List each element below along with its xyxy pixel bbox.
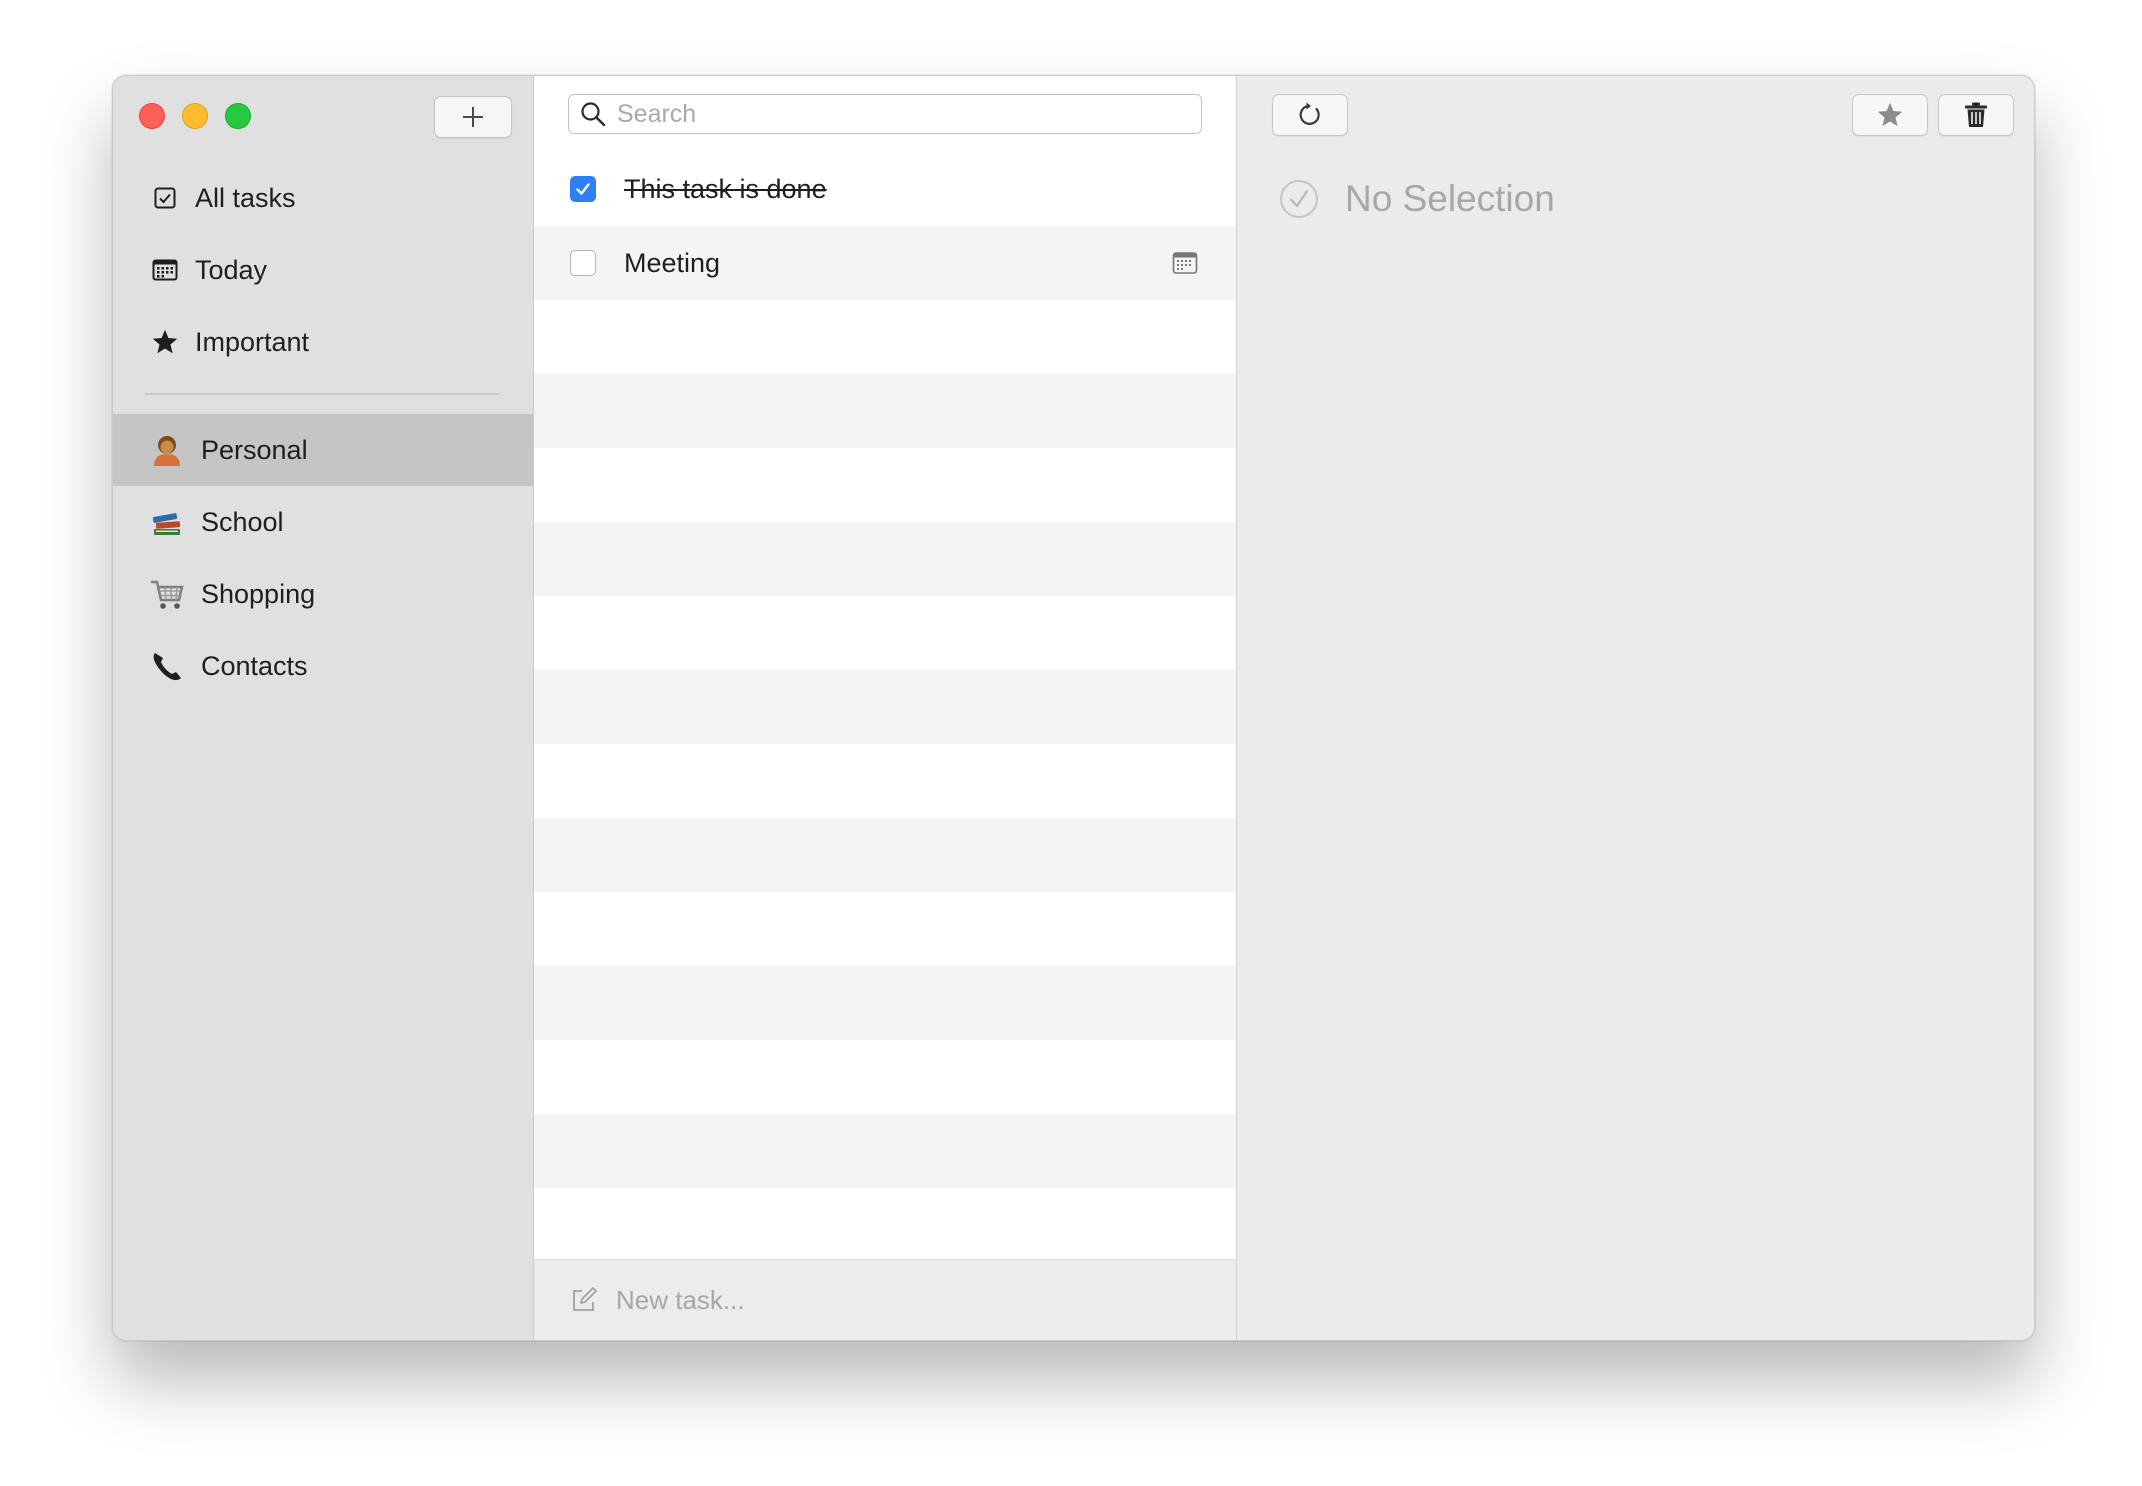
smart-lists: All tasks Today Important xyxy=(113,162,533,378)
sidebar-item-important[interactable]: Important xyxy=(113,306,533,378)
detail-pane: No Selection xyxy=(1237,76,2034,1340)
task-done-checkbox[interactable] xyxy=(570,250,596,276)
add-list-button[interactable] xyxy=(434,96,512,138)
sidebar-item-shopping[interactable]: Shopping xyxy=(113,558,533,630)
no-selection-label: No Selection xyxy=(1345,178,1555,219)
task-title: This task is done xyxy=(624,173,827,204)
empty-row xyxy=(534,1040,1236,1114)
empty-row xyxy=(534,522,1236,596)
calendar-icon xyxy=(149,254,181,286)
sidebar-item-label: Personal xyxy=(201,434,308,465)
task-row[interactable]: This task is done xyxy=(534,152,1236,226)
refresh-icon xyxy=(1299,102,1320,125)
star-icon xyxy=(1877,102,1903,127)
books-emoji-icon xyxy=(149,504,185,540)
refresh-button[interactable] xyxy=(1272,94,1348,136)
telephone-emoji-icon xyxy=(149,648,185,684)
empty-row xyxy=(534,892,1236,966)
empty-row xyxy=(534,448,1236,522)
check-circle-icon xyxy=(1280,180,1318,218)
user-lists: Personal School Shopping Contacts xyxy=(113,414,533,702)
sidebar: All tasks Today Important Personal Schoo… xyxy=(113,76,534,1340)
sidebar-item-school[interactable]: School xyxy=(113,486,533,558)
empty-row xyxy=(534,744,1236,818)
sidebar-item-contacts[interactable]: Contacts xyxy=(113,630,533,702)
new-task-input[interactable] xyxy=(614,1283,1236,1317)
new-task-bar[interactable] xyxy=(534,1259,1236,1340)
sidebar-divider xyxy=(145,393,499,395)
trash-icon xyxy=(1965,102,1987,127)
sidebar-item-label: Important xyxy=(195,326,310,357)
empty-row xyxy=(534,1114,1236,1188)
app-window: All tasks Today Important Personal Schoo… xyxy=(112,75,2035,1341)
search-bar[interactable] xyxy=(568,94,1202,134)
sidebar-item-all-tasks[interactable]: All tasks xyxy=(113,162,533,234)
empty-state: No Selection xyxy=(1279,178,1555,220)
empty-row xyxy=(534,1188,1236,1262)
delete-button[interactable] xyxy=(1938,94,2014,136)
task-list-pane: This task is done Meeting xyxy=(534,76,1237,1340)
sidebar-item-today[interactable]: Today xyxy=(113,234,533,306)
empty-row xyxy=(534,596,1236,670)
checkbox-icon xyxy=(149,182,181,214)
mark-important-button[interactable] xyxy=(1852,94,1928,136)
minimize-window-button[interactable] xyxy=(182,103,208,129)
zoom-window-button[interactable] xyxy=(225,103,251,129)
compose-icon xyxy=(573,1287,597,1311)
star-icon xyxy=(149,326,181,358)
empty-row xyxy=(534,374,1236,448)
person-emoji-icon xyxy=(149,432,185,468)
search-icon xyxy=(581,102,606,127)
window-controls xyxy=(139,103,251,129)
sidebar-item-label: School xyxy=(201,506,284,537)
sidebar-item-label: All tasks xyxy=(195,182,296,213)
task-row[interactable]: Meeting xyxy=(534,226,1236,300)
empty-row xyxy=(534,300,1236,374)
search-input[interactable] xyxy=(615,98,1201,130)
sidebar-item-label: Contacts xyxy=(201,650,308,681)
task-done-checkbox[interactable] xyxy=(570,176,596,202)
sidebar-item-label: Shopping xyxy=(201,578,316,609)
shopping-cart-emoji-icon xyxy=(149,576,185,612)
checkmark-icon xyxy=(576,183,590,195)
sidebar-item-personal[interactable]: Personal xyxy=(113,414,533,486)
empty-row xyxy=(534,818,1236,892)
empty-row xyxy=(534,670,1236,744)
close-window-button[interactable] xyxy=(139,103,165,129)
task-rows: This task is done Meeting xyxy=(534,152,1236,1262)
sidebar-item-label: Today xyxy=(195,254,268,285)
empty-row xyxy=(534,966,1236,1040)
task-title: Meeting xyxy=(624,247,721,278)
plus-icon xyxy=(463,107,483,127)
due-date-calendar-icon xyxy=(1172,252,1198,274)
